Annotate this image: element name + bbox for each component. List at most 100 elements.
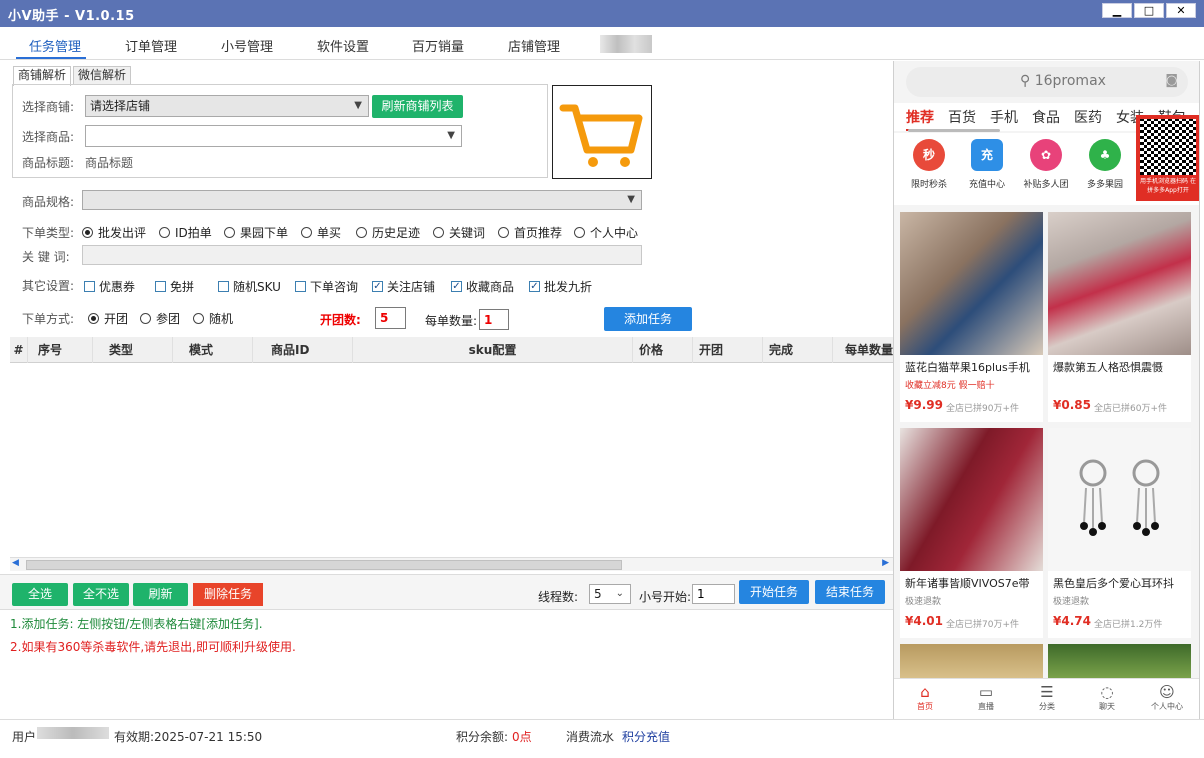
column-header[interactable]: 完成 bbox=[763, 337, 833, 363]
start-task-button[interactable]: 开始任务 bbox=[739, 580, 809, 604]
keyword-input[interactable] bbox=[82, 245, 642, 265]
subtab-wechat-parse[interactable]: 微信解析 bbox=[73, 66, 132, 85]
category-tab[interactable]: 推荐 bbox=[906, 107, 934, 127]
product-card-partial[interactable] bbox=[900, 644, 1043, 678]
add-task-button[interactable]: 添加任务 bbox=[604, 307, 692, 331]
consume-flow-link[interactable]: 消费流水 bbox=[566, 728, 614, 745]
quick-icon-recharge[interactable]: 充 充值中心 bbox=[957, 139, 1017, 190]
per-order-input[interactable]: 1 bbox=[479, 309, 509, 330]
category-tab[interactable]: 手机 bbox=[990, 107, 1018, 127]
subtab-shop-parse[interactable]: 商铺解析 bbox=[13, 66, 72, 86]
store-search-bar[interactable]: ⚲ 16promax ◙ bbox=[906, 67, 1188, 97]
product-card[interactable]: 蓝花白猫苹果16plus手机 收藏立减8元 假一赔十 ¥9.99 全店已拼90万… bbox=[900, 212, 1043, 422]
radio-home-recommend[interactable]: 首页推荐 bbox=[498, 224, 562, 241]
product-card[interactable]: 黑色皇后多个爱心耳环抖 极速退款 ¥4.74 全店已拼1.2万件 bbox=[1048, 428, 1191, 638]
check-random-sku[interactable]: 随机SKU bbox=[218, 278, 281, 295]
quick-icon-orchard[interactable]: ♣ 多多果园 bbox=[1075, 139, 1135, 190]
radio-random[interactable]: 随机 bbox=[193, 310, 233, 327]
task-table-body[interactable] bbox=[10, 363, 893, 556]
radio-open-group[interactable]: 开团 bbox=[88, 310, 128, 327]
select-all-button[interactable]: 全选 bbox=[12, 583, 68, 606]
blurred-username bbox=[37, 727, 109, 739]
end-task-button[interactable]: 结束任务 bbox=[815, 580, 885, 604]
radio-id-order[interactable]: ID拍单 bbox=[159, 224, 212, 241]
product-card-partial[interactable] bbox=[1048, 644, 1191, 678]
blurred-tab bbox=[600, 35, 652, 53]
column-header[interactable]: 商品ID bbox=[253, 337, 353, 363]
tab-task-management[interactable]: 任务管理 bbox=[29, 36, 81, 55]
check-favorite-product[interactable]: ✓ 收藏商品 bbox=[451, 278, 514, 295]
category-tab[interactable]: 医药 bbox=[1074, 107, 1102, 127]
radio-keyword[interactable]: 关键词 bbox=[433, 224, 485, 241]
group-count-input[interactable]: 5 bbox=[375, 307, 406, 329]
refresh-button[interactable]: 刷新 bbox=[133, 583, 188, 606]
tab-software-settings[interactable]: 软件设置 bbox=[317, 36, 369, 55]
check-coupon[interactable]: 优惠券 bbox=[84, 278, 135, 295]
quick-icon-group-subsidy[interactable]: ✿ 补贴多人团 bbox=[1016, 139, 1076, 190]
shop-select[interactable]: 请选择店铺 ▼ bbox=[85, 95, 369, 117]
order-mode-label: 下单方式: bbox=[22, 312, 75, 326]
radio-history[interactable]: 历史足迹 bbox=[356, 224, 420, 241]
list-icon: ☰ bbox=[1040, 683, 1054, 701]
minimize-button[interactable]: ▁ bbox=[1102, 3, 1132, 18]
product-image-phone-case bbox=[900, 212, 1043, 355]
nav-live[interactable]: ▭ 直播 bbox=[961, 683, 1011, 712]
search-placeholder: 16promax bbox=[1034, 73, 1106, 89]
check-follow-shop[interactable]: ✓ 关注店铺 bbox=[372, 278, 435, 295]
scroll-left-icon[interactable]: ◀ bbox=[12, 558, 19, 568]
recharge-link[interactable]: 积分充值 bbox=[622, 728, 670, 745]
category-tab[interactable]: 食品 bbox=[1032, 107, 1060, 127]
category-tab[interactable]: 百货 bbox=[948, 107, 976, 127]
nav-profile[interactable]: ☺ 个人中心 bbox=[1142, 683, 1192, 712]
check-wholesale-discount[interactable]: ✓ 批发九折 bbox=[529, 278, 592, 295]
nav-chat[interactable]: ◌ 聊天 bbox=[1082, 683, 1132, 712]
radio-single-buy[interactable]: 单买 bbox=[301, 224, 341, 241]
radio-personal-center[interactable]: 个人中心 bbox=[574, 224, 638, 241]
close-button[interactable]: ✕ bbox=[1166, 3, 1196, 18]
table-horizontal-scrollbar[interactable]: ◀ ▶ bbox=[10, 557, 893, 571]
check-no-group[interactable]: 免拼 bbox=[155, 278, 194, 295]
nav-home[interactable]: ⌂ 首页 bbox=[900, 683, 950, 712]
scrollbar-thumb[interactable] bbox=[26, 560, 622, 570]
window-right-border bbox=[1199, 61, 1204, 719]
scroll-right-icon[interactable]: ▶ bbox=[882, 558, 889, 568]
column-header[interactable]: 价格 bbox=[633, 337, 693, 363]
order-type-label: 下单类型: bbox=[22, 226, 75, 240]
product-card[interactable]: 新年诸事皆顺VIVOS7e带 极速退款 ¥4.01 全店已拼70万+件 bbox=[900, 428, 1043, 638]
flash-sale-icon: 秒 bbox=[913, 139, 945, 171]
check-order-consult[interactable]: 下单咨询 bbox=[295, 278, 358, 295]
column-header[interactable]: sku配置 bbox=[353, 337, 633, 363]
threads-select[interactable]: 5 ⌄ bbox=[589, 584, 631, 604]
radio-wholesale-review[interactable]: 批发出评 bbox=[82, 224, 146, 241]
camera-icon[interactable]: ◙ bbox=[1165, 73, 1178, 88]
per-order-label: 每单数量: bbox=[425, 314, 478, 328]
column-header[interactable]: 类型 bbox=[93, 337, 173, 363]
column-header[interactable]: 模式 bbox=[173, 337, 253, 363]
tab-account-management[interactable]: 小号管理 bbox=[221, 36, 273, 55]
product-card[interactable]: 爆款第五人格恐惧震慑 ¥0.85 全店已拼60万+件 bbox=[1048, 212, 1191, 422]
radio-join-group[interactable]: 参团 bbox=[140, 310, 180, 327]
account-start-input[interactable]: 1 bbox=[692, 584, 735, 604]
spec-select[interactable]: ▼ bbox=[82, 190, 642, 210]
group-count-label: 开团数: bbox=[320, 313, 361, 327]
column-header[interactable]: 开团 bbox=[693, 337, 763, 363]
select-none-button[interactable]: 全不选 bbox=[73, 583, 129, 606]
active-tab-indicator bbox=[16, 57, 86, 59]
tab-shop-management[interactable]: 店铺管理 bbox=[508, 36, 560, 55]
delete-task-button[interactable]: 删除任务 bbox=[193, 583, 263, 606]
tab-order-management[interactable]: 订单管理 bbox=[125, 36, 177, 55]
product-image-hairpin bbox=[1048, 212, 1191, 355]
profile-icon: ☺ bbox=[1159, 683, 1175, 701]
quick-icon-flash-sale[interactable]: 秒 限时秒杀 bbox=[899, 139, 959, 190]
column-header[interactable]: 每单数量 bbox=[833, 337, 893, 363]
maximize-button[interactable]: □ bbox=[1134, 3, 1164, 18]
radio-orchard-order[interactable]: 果园下单 bbox=[224, 224, 288, 241]
window-title: 小V助手 - V1.0.15 bbox=[8, 9, 135, 24]
tab-million-sales[interactable]: 百万销量 bbox=[412, 36, 464, 55]
product-image bbox=[552, 85, 652, 179]
refresh-shops-button[interactable]: 刷新商铺列表 bbox=[372, 95, 463, 118]
column-header[interactable]: 序号 bbox=[28, 337, 93, 363]
product-select[interactable]: ▼ bbox=[85, 125, 462, 147]
nav-category[interactable]: ☰ 分类 bbox=[1022, 683, 1072, 712]
column-header[interactable]: # bbox=[10, 337, 28, 363]
